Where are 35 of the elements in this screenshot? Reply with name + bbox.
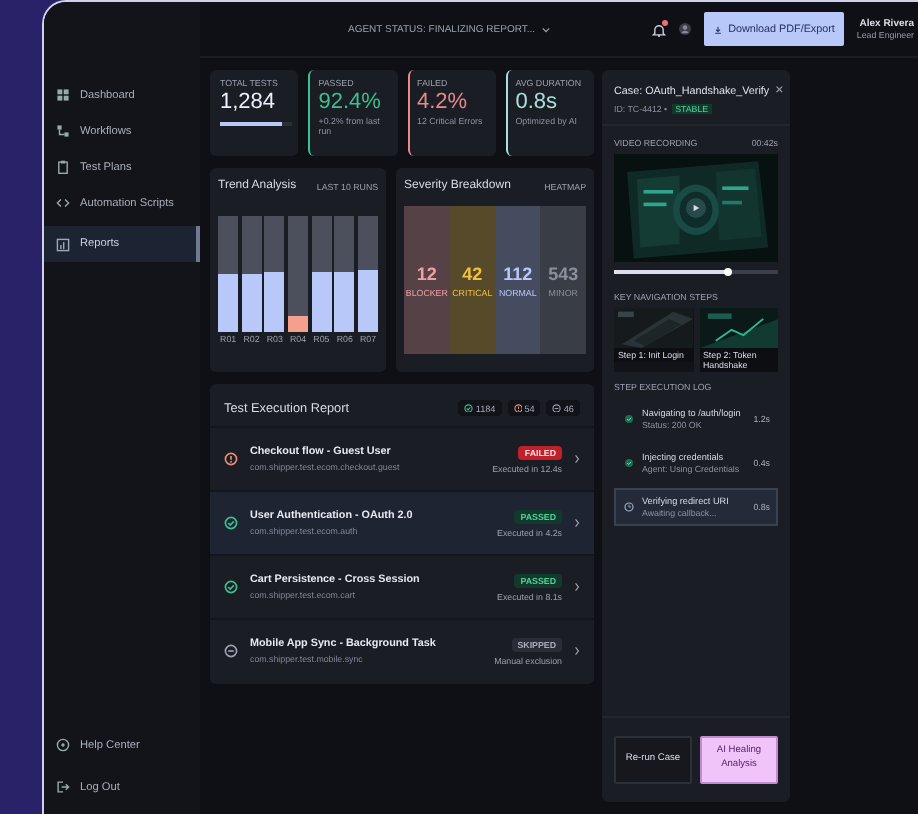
chevron-icon — [574, 518, 580, 528]
stat-value: 0.8s — [515, 90, 560, 114]
check-circle-icon — [224, 580, 238, 594]
stat-value: 4.2% — [417, 90, 470, 114]
help-icon — [56, 738, 70, 752]
minus-circle-icon — [552, 403, 562, 413]
severity-count: 543 — [548, 263, 579, 283]
slider-thumb[interactable] — [724, 267, 733, 276]
chevron-icon — [574, 582, 580, 592]
check-circle-icon — [624, 413, 634, 424]
severity-count: 12 — [416, 263, 437, 283]
alert-circle-icon — [513, 403, 523, 413]
chevron-icon — [574, 454, 580, 464]
grid-icon — [56, 88, 70, 102]
minus-circle-icon — [224, 644, 238, 658]
chevron-icon — [574, 646, 580, 656]
check-circle-icon — [624, 457, 634, 468]
severity-count: 42 — [462, 263, 483, 283]
logout-icon — [56, 780, 70, 794]
severity-count: 112 — [503, 263, 533, 283]
bell-icon[interactable] — [652, 21, 667, 37]
code-icon — [56, 196, 70, 210]
play-icon — [692, 204, 700, 212]
check-circle-icon — [224, 516, 238, 530]
flow-icon — [56, 124, 70, 138]
caret-icon — [541, 25, 550, 33]
user-icon — [678, 22, 693, 36]
clock-icon — [624, 501, 634, 512]
check-circle-icon — [464, 403, 474, 413]
download-icon — [714, 25, 723, 33]
chart-icon — [56, 237, 70, 251]
stat-value: 92.4% — [318, 90, 383, 114]
stat-value: 1,284 — [220, 90, 278, 114]
alert-circle-icon — [224, 452, 238, 466]
clipboard-icon — [56, 160, 70, 174]
